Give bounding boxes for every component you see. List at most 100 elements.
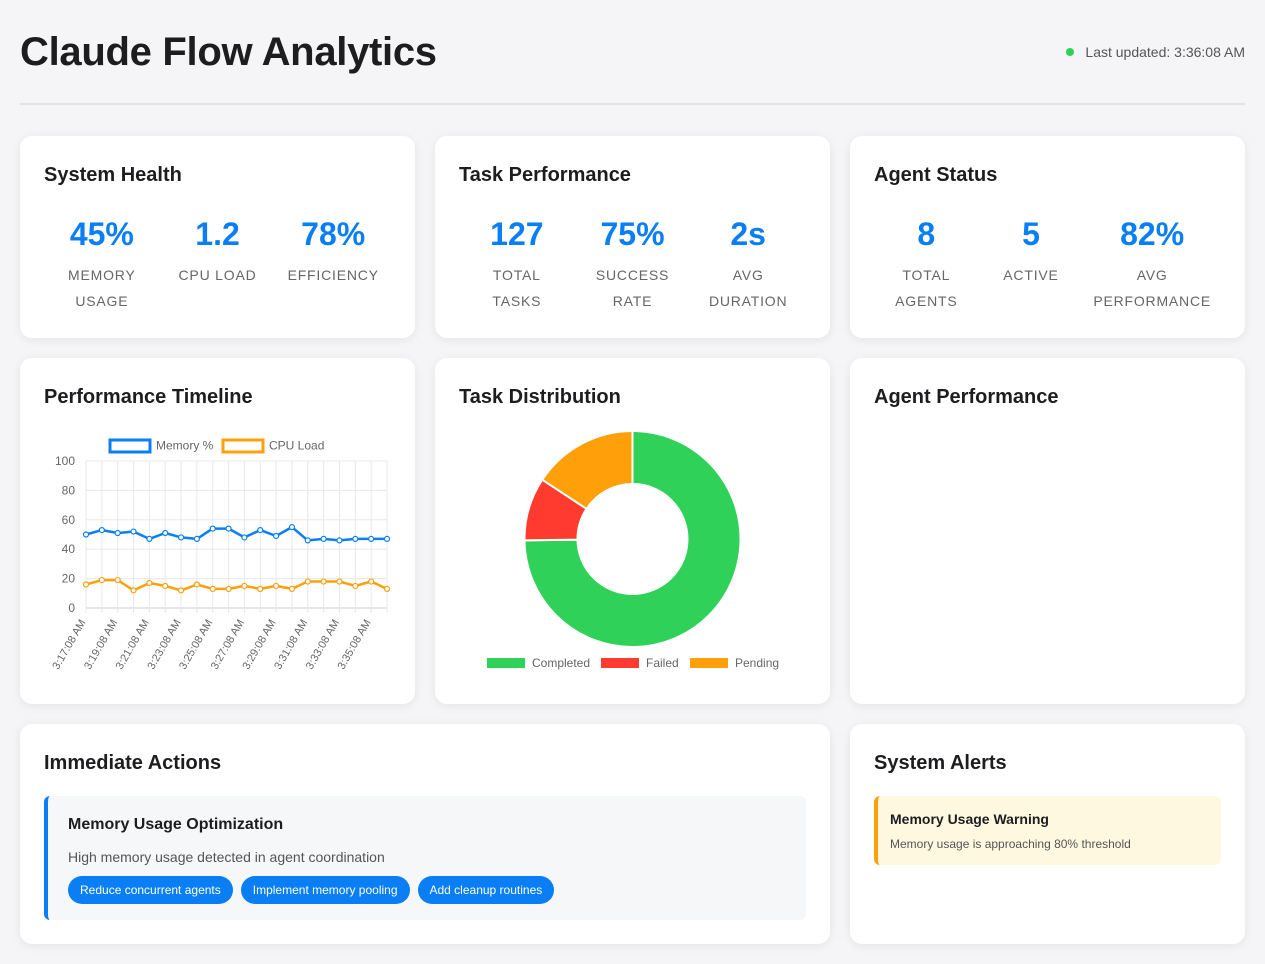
data-point[interactable] (273, 532, 280, 540)
data-point[interactable] (368, 578, 375, 585)
task-performance-title: Task Performance (459, 164, 631, 186)
legend-label[interactable]: Failed (646, 656, 679, 670)
data-point[interactable] (177, 534, 185, 541)
legend-label[interactable]: Memory % (156, 439, 214, 453)
data-point[interactable] (98, 526, 105, 534)
data-point[interactable] (320, 578, 327, 585)
data-point[interactable] (162, 582, 169, 590)
legend-label[interactable]: Completed (532, 656, 590, 670)
performance-timeline-card: Performance Timeline Memory % CPU Load 0 20… (20, 358, 415, 704)
alert-title: Memory Usage Warning (890, 811, 1049, 827)
data-point[interactable] (177, 587, 185, 594)
system-alerts-title: System Alerts (874, 752, 1007, 774)
metric-avg-duration: 2s Avg Duration (690, 216, 806, 314)
action-item-title: Memory Usage Optimization (68, 816, 284, 833)
metric-label: Avg Duration (708, 267, 788, 309)
data-point[interactable] (336, 578, 343, 585)
metric-avg-performance: 82% Avg Performance (1083, 216, 1221, 314)
metric-value: 82% (1120, 216, 1185, 252)
data-point[interactable] (241, 582, 248, 590)
metric-value: 78% (301, 216, 366, 252)
metric-label: Total Agents (895, 267, 958, 309)
task-distribution-donut-chart[interactable]: Completed Failed Pending (435, 358, 830, 704)
metric-label: Memory Usage (68, 267, 136, 309)
agent-status-metrics: 8 Total Agents 5 Active 82% Avg Performa… (874, 216, 1221, 314)
legend-swatch[interactable] (690, 658, 728, 668)
data-point[interactable] (383, 535, 391, 543)
data-point[interactable] (368, 535, 375, 543)
agent-performance-card: Agent Performance (850, 358, 1245, 704)
data-point[interactable] (288, 585, 296, 592)
immediate-actions-card: Immediate Actions Memory Usage Optimizat… (20, 724, 830, 944)
legend-swatch[interactable] (108, 438, 152, 454)
metric-value: 2s (730, 216, 766, 252)
data-point[interactable] (352, 582, 359, 590)
data-point[interactable] (257, 526, 264, 534)
data-point[interactable] (193, 581, 200, 588)
metric-value: 127 (490, 216, 544, 252)
performance-line-chart[interactable]: Memory % CPU Load0204060801003:17:08 AM3:… (20, 358, 415, 704)
metric-total-tasks: 127 Total Tasks (459, 216, 575, 314)
metric-label: CPU Load (178, 267, 257, 283)
alert-item: Memory Usage Warning Memory usage is app… (874, 796, 1221, 865)
metric-value: 8 (917, 216, 936, 252)
data-point[interactable] (352, 535, 359, 543)
task-performance-card: Task Performance 127 Total Tasks 75% Suc… (435, 136, 830, 338)
add-cleanup-routines-button[interactable]: Add cleanup routines (417, 876, 555, 904)
data-point[interactable] (146, 579, 153, 587)
data-point[interactable] (146, 535, 153, 543)
data-point[interactable] (383, 585, 391, 592)
data-point[interactable] (114, 576, 121, 584)
data-point[interactable] (288, 524, 296, 531)
data-point[interactable] (241, 534, 248, 541)
data-point[interactable] (209, 585, 216, 592)
immediate-actions-title: Immediate Actions (44, 752, 222, 774)
data-point[interactable] (336, 537, 343, 544)
legend-label[interactable]: CPU Load (269, 439, 324, 453)
data-point[interactable] (130, 587, 137, 594)
action-tags: Reduce concurrent agents Implement memor… (68, 876, 555, 904)
y-tick-label: 60 (62, 513, 76, 527)
data-point[interactable] (304, 537, 311, 544)
metric-label: Total Tasks (492, 267, 542, 309)
metric-label: Success Rate (595, 267, 670, 309)
metric-value: 45% (69, 216, 134, 252)
legend-swatch[interactable] (601, 658, 639, 668)
metric-value: 1.2 (195, 216, 240, 252)
system-health-metrics: 45% Memory Usage 1.2 CPU Load 78% Effici… (44, 216, 391, 314)
legend-swatch[interactable] (487, 658, 525, 668)
task-performance-metrics: 127 Total Tasks 75% Success Rate 2s Avg … (459, 216, 806, 314)
page-title: Claude Flow Analytics (20, 30, 437, 74)
data-point[interactable] (225, 585, 232, 592)
data-point[interactable] (162, 529, 169, 537)
data-point[interactable] (273, 582, 280, 590)
data-point[interactable] (320, 535, 327, 543)
alert-message: Memory usage is approaching 80% threshol… (890, 837, 1131, 851)
x-tick-label: 3:35:08 AM (336, 618, 374, 672)
data-point[interactable] (114, 529, 121, 537)
reduce-concurrent-agents-button[interactable]: Reduce concurrent agents (68, 876, 233, 904)
metric-label: Efficiency (287, 267, 379, 283)
data-point[interactable] (98, 576, 105, 584)
legend-label[interactable]: Pending (735, 656, 779, 670)
agent-performance-title: Agent Performance (874, 386, 1059, 408)
agent-status-card: Agent Status 8 Total Agents 5 Active 82%… (850, 136, 1245, 338)
data-point[interactable] (82, 581, 90, 588)
y-tick-label: 0 (68, 601, 75, 615)
data-point[interactable] (193, 535, 200, 543)
implement-memory-pooling-button[interactable]: Implement memory pooling (240, 876, 410, 904)
legend-swatch[interactable] (221, 438, 265, 454)
data-point[interactable] (304, 578, 311, 585)
data-point[interactable] (130, 528, 137, 535)
data-point[interactable] (257, 585, 264, 592)
metric-label: Avg Performance (1093, 267, 1212, 309)
last-updated: Last updated: 3:36:08 AM (1066, 44, 1245, 60)
metric-value: 75% (600, 216, 665, 252)
system-alerts-card: System Alerts Memory Usage Warning Memor… (850, 724, 1245, 944)
data-point[interactable] (82, 531, 90, 538)
data-point[interactable] (209, 525, 216, 532)
metric-success-rate: 75% Success Rate (575, 216, 691, 314)
y-tick-label: 100 (55, 454, 75, 468)
data-point[interactable] (225, 525, 232, 532)
y-tick-label: 20 (62, 572, 76, 586)
